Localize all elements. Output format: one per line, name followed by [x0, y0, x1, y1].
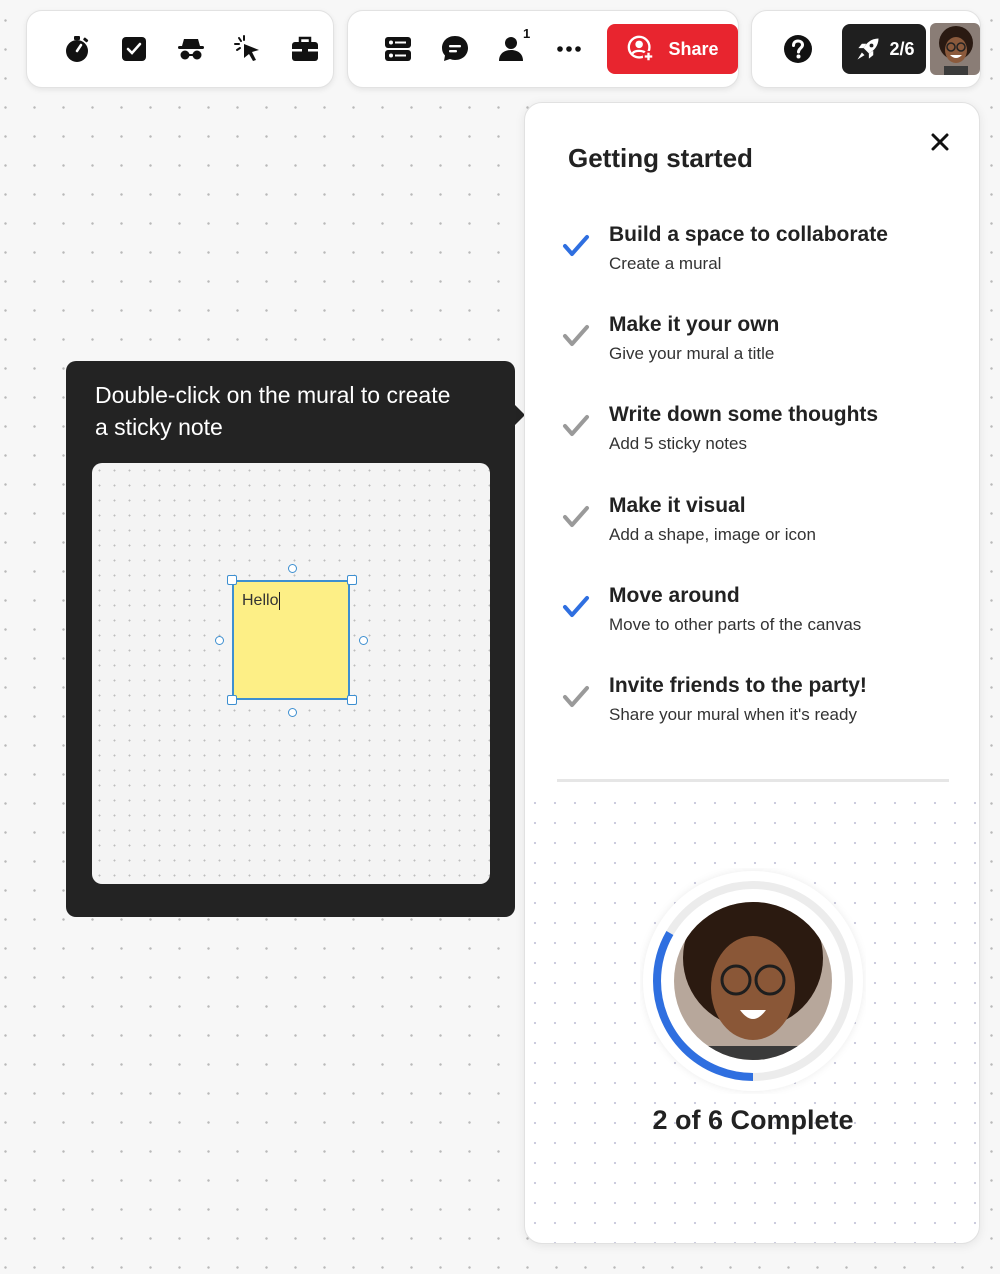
task-subtitle: Add 5 sticky notes [609, 434, 747, 454]
laser-pointer-button[interactable] [219, 24, 276, 74]
checkmark-icon [563, 505, 589, 527]
task-title: Make it your own [609, 313, 780, 337]
more-button[interactable] [540, 24, 597, 74]
voting-icon [122, 37, 147, 61]
demo-sticky-note: Hello [232, 580, 350, 700]
private-mode-icon [177, 39, 204, 60]
progress-ring-graphic [643, 871, 863, 1091]
completion-text: 2 of 6 Complete [652, 1105, 854, 1135]
coach-mark-tooltip: Double-click on the mural to create a st… [66, 361, 525, 917]
task-title: Build a space to collaborate [609, 223, 888, 246]
outline-icon [385, 37, 412, 61]
avatar-image [930, 23, 980, 75]
laser-pointer-icon [233, 35, 259, 61]
more-icon [556, 46, 581, 52]
rocket-icon [857, 38, 879, 60]
close-panel-button[interactable] [925, 127, 955, 157]
comments-button[interactable] [427, 24, 484, 74]
progress-area: 2 of 6 Complete [525, 793, 979, 1243]
checkmark-icon [563, 595, 589, 617]
edge-handle [288, 708, 297, 717]
share-label: Share [668, 38, 719, 59]
task-subtitle: Share your mural when it's ready [609, 705, 857, 724]
resize-handle [227, 575, 237, 585]
timer-icon [66, 36, 89, 62]
checkmark-icon [563, 325, 589, 347]
resize-handle [227, 695, 237, 705]
outline-button[interactable] [370, 24, 427, 74]
task-title: Invite friends to the party! [609, 674, 867, 697]
task-title: Move around [609, 583, 740, 607]
task-subtitle: Add a shape, image or icon [609, 524, 816, 544]
panel-title: Getting started [568, 143, 753, 173]
user-avatar[interactable] [930, 23, 980, 75]
task-subtitle: Give your mural a title [609, 344, 775, 364]
edge-handle [215, 636, 224, 645]
comments-icon [442, 36, 469, 61]
task-item[interactable]: Write down some thoughts Add 5 sticky not… [561, 403, 961, 473]
resize-handle [347, 695, 357, 705]
checkmark-icon [563, 686, 589, 707]
close-icon [931, 133, 949, 151]
checkmark-icon [563, 415, 589, 437]
task-title: Make it visual [609, 493, 746, 517]
edge-handle [359, 636, 368, 645]
account-toolbar: 2/6 [751, 10, 981, 88]
help-icon [783, 35, 812, 63]
toolbox-icon [291, 36, 318, 61]
add-user-icon [628, 35, 655, 63]
tools-toolbar [26, 10, 334, 88]
task-subtitle: Create a mural [609, 254, 722, 273]
checkmark-icon [563, 235, 589, 256]
collaborators-count: 1 [522, 26, 531, 41]
getting-started-progress-button[interactable]: 2/6 [841, 24, 927, 74]
progress-ring [640, 868, 866, 1094]
progress-label: 2/6 [889, 38, 915, 59]
voting-button[interactable] [106, 24, 163, 74]
task-item[interactable]: Invite friends to the party! Share your m… [561, 674, 961, 744]
task-item[interactable]: Move around Move to other parts of the ca… [561, 584, 961, 654]
divider [557, 779, 949, 782]
resize-handle [347, 575, 357, 585]
collaborators-button[interactable]: 1 [483, 24, 540, 74]
getting-started-panel: Getting started Build a space to collabo… [524, 102, 980, 1244]
private-mode-button[interactable] [163, 24, 220, 74]
help-button[interactable] [774, 24, 822, 74]
task-title: Write down some thoughts [609, 403, 879, 427]
edge-handle [288, 564, 297, 573]
share-button[interactable]: Share [606, 24, 739, 74]
toolbox-button[interactable] [276, 24, 333, 74]
sticky-note-text: Hello [242, 592, 281, 610]
task-subtitle: Move to other parts of the canvas [609, 614, 862, 634]
tooltip-text: Double-click on the mural to create a st… [95, 382, 451, 440]
task-item[interactable]: Make it your own Give your mural a title [561, 313, 961, 383]
task-item[interactable]: Build a space to collaborate Create a mur… [561, 223, 961, 293]
task-item[interactable]: Make it visual Add a shape, image or icon [561, 494, 961, 564]
tooltip-demo-canvas: Hello [92, 463, 490, 884]
timer-button[interactable] [49, 24, 106, 74]
collaboration-toolbar: 1 Share [347, 10, 739, 88]
